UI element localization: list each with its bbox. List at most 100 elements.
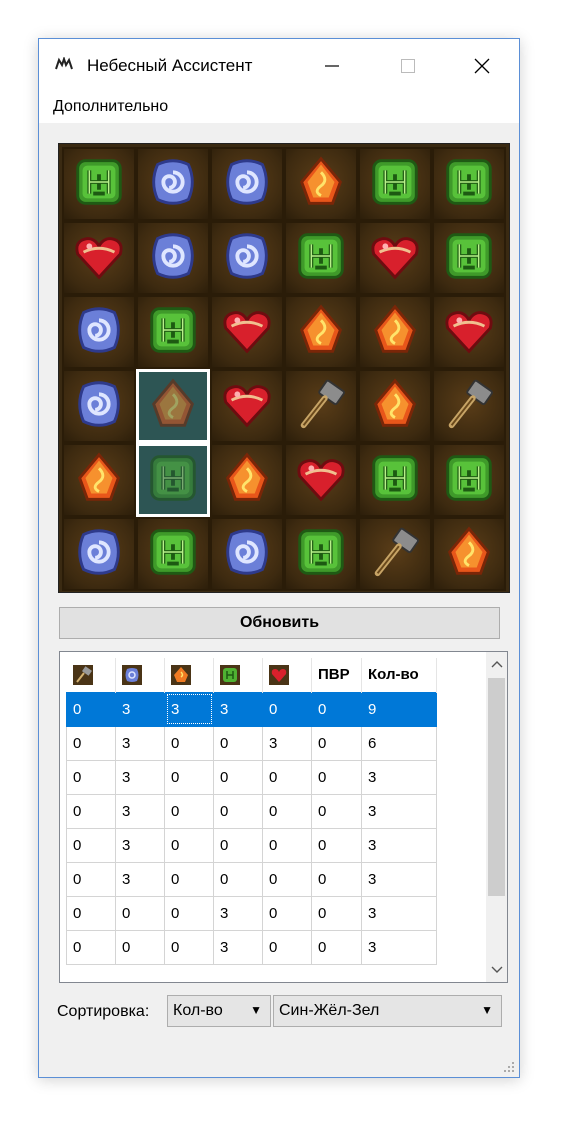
table-row[interactable]: 0003003: [66, 929, 437, 965]
table-cell[interactable]: 0: [164, 793, 214, 829]
table-cell[interactable]: 0: [213, 827, 263, 863]
board-cell[interactable]: [136, 369, 210, 443]
board-cell[interactable]: [432, 221, 506, 295]
table-cell[interactable]: 0: [262, 691, 312, 727]
board-cell[interactable]: [432, 443, 506, 517]
table-cell[interactable]: 0: [164, 827, 214, 863]
table-cell[interactable]: 0: [213, 725, 263, 761]
board-cell[interactable]: [210, 221, 284, 295]
board-cell[interactable]: [358, 295, 432, 369]
sort-field-select[interactable]: Кол-во ▼: [167, 995, 271, 1027]
column-header[interactable]: Кол-во: [361, 658, 437, 692]
table-row[interactable]: 0333009: [66, 691, 437, 727]
table-cell[interactable]: 0: [262, 827, 312, 863]
scroll-down-button[interactable]: [486, 960, 507, 980]
table-cell[interactable]: 0: [213, 861, 263, 897]
table-cell[interactable]: 9: [361, 691, 437, 727]
board-cell[interactable]: [136, 295, 210, 369]
table-cell[interactable]: 3: [361, 929, 437, 965]
table-cell[interactable]: 0: [311, 827, 362, 863]
resize-grip-icon[interactable]: [503, 1061, 515, 1073]
close-button[interactable]: [459, 39, 505, 93]
board-cell[interactable]: [358, 443, 432, 517]
table-cell[interactable]: 0: [213, 759, 263, 795]
table-cell[interactable]: 0: [262, 793, 312, 829]
table-cell[interactable]: 3: [213, 691, 263, 727]
table-cell[interactable]: 0: [115, 895, 165, 931]
table-cell[interactable]: 3: [115, 759, 165, 795]
table-cell[interactable]: 0: [66, 793, 116, 829]
board-cell[interactable]: [136, 147, 210, 221]
table-cell[interactable]: 0: [164, 861, 214, 897]
table-cell[interactable]: 3: [115, 827, 165, 863]
board-cell[interactable]: [358, 517, 432, 591]
board-cell[interactable]: [284, 295, 358, 369]
board-cell[interactable]: [358, 221, 432, 295]
table-cell[interactable]: 0: [115, 929, 165, 965]
table-row[interactable]: 0300306: [66, 725, 437, 761]
column-header[interactable]: [213, 658, 263, 692]
table-row[interactable]: 0003003: [66, 895, 437, 931]
scroll-thumb[interactable]: [488, 678, 505, 896]
refresh-button[interactable]: Обновить: [59, 607, 500, 639]
board-cell[interactable]: [62, 221, 136, 295]
board-cell[interactable]: [210, 443, 284, 517]
table-row[interactable]: 0300003: [66, 759, 437, 795]
table-cell[interactable]: 0: [66, 691, 116, 727]
board-cell[interactable]: [136, 221, 210, 295]
table-cell[interactable]: 6: [361, 725, 437, 761]
table-cell[interactable]: 0: [66, 759, 116, 795]
table-cell[interactable]: 0: [262, 759, 312, 795]
table-cell[interactable]: 3: [164, 691, 214, 727]
table-cell[interactable]: 0: [66, 827, 116, 863]
table-cell[interactable]: 0: [311, 793, 362, 829]
table-cell[interactable]: 0: [66, 929, 116, 965]
table-cell[interactable]: 3: [115, 691, 165, 727]
title-bar[interactable]: Небесный Ассистент: [39, 39, 519, 93]
column-header[interactable]: [164, 658, 214, 692]
board-cell[interactable]: [284, 147, 358, 221]
table-cell[interactable]: 3: [213, 929, 263, 965]
sort-order-select[interactable]: Син-Жёл-Зел ▼: [273, 995, 502, 1027]
table-cell[interactable]: 3: [361, 793, 437, 829]
board-cell[interactable]: [62, 147, 136, 221]
board-cell[interactable]: [210, 295, 284, 369]
minimize-button[interactable]: [309, 39, 355, 93]
board-cell[interactable]: [432, 517, 506, 591]
board-cell[interactable]: [432, 295, 506, 369]
board-cell[interactable]: [284, 221, 358, 295]
board-cell[interactable]: [284, 369, 358, 443]
table-cell[interactable]: 3: [115, 861, 165, 897]
table-cell[interactable]: 0: [164, 725, 214, 761]
table-cell[interactable]: 0: [311, 861, 362, 897]
board-cell[interactable]: [432, 147, 506, 221]
board-cell[interactable]: [136, 517, 210, 591]
table-cell[interactable]: 3: [115, 793, 165, 829]
table-cell[interactable]: 0: [262, 895, 312, 931]
table-cell[interactable]: 0: [164, 895, 214, 931]
board-cell[interactable]: [210, 147, 284, 221]
table-cell[interactable]: 0: [66, 725, 116, 761]
board-cell[interactable]: [62, 295, 136, 369]
table-scrollbar[interactable]: [486, 652, 507, 982]
table-cell[interactable]: 0: [213, 793, 263, 829]
board-cell[interactable]: [284, 517, 358, 591]
table-cell[interactable]: 0: [66, 895, 116, 931]
table-cell[interactable]: 0: [66, 861, 116, 897]
table-cell[interactable]: 3: [361, 827, 437, 863]
table-cell[interactable]: 0: [311, 929, 362, 965]
table-cell[interactable]: 3: [361, 895, 437, 931]
column-header[interactable]: [115, 658, 165, 692]
table-row[interactable]: 0300003: [66, 827, 437, 863]
board-cell[interactable]: [432, 369, 506, 443]
board-cell[interactable]: [62, 369, 136, 443]
table-cell[interactable]: 0: [164, 929, 214, 965]
column-header[interactable]: ПВР: [311, 658, 362, 692]
column-header[interactable]: [262, 658, 312, 692]
board-cell[interactable]: [210, 369, 284, 443]
board-cell[interactable]: [284, 443, 358, 517]
board-cell[interactable]: [358, 147, 432, 221]
table-cell[interactable]: 0: [311, 895, 362, 931]
table-cell[interactable]: 0: [311, 725, 362, 761]
table-cell[interactable]: 3: [262, 725, 312, 761]
